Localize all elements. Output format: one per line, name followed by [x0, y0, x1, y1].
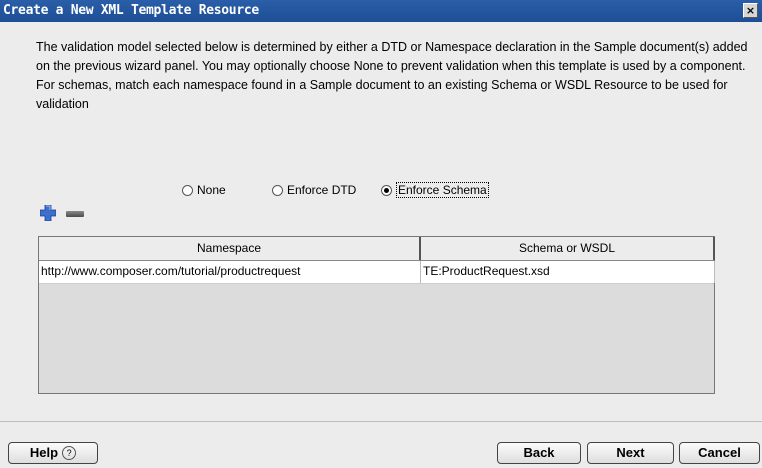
table-header: Namespace Schema or WSDL	[39, 237, 715, 261]
radio-enforce-dtd-label: Enforce DTD	[287, 183, 357, 197]
radio-enforce-dtd[interactable]: Enforce DTD	[272, 183, 356, 197]
radio-none-indicator[interactable]	[182, 185, 193, 196]
next-button[interactable]: Next	[587, 442, 674, 464]
namespace-cell[interactable]: http://www.composer.com/tutorial/product…	[39, 261, 421, 283]
help-label: Help	[29, 445, 59, 460]
add-row-button[interactable]	[39, 204, 57, 222]
column-header-schema[interactable]: Schema or WSDL	[421, 237, 715, 260]
help-button[interactable]: Help?	[8, 442, 98, 464]
button-bar-divider	[0, 421, 762, 422]
remove-row-button[interactable]	[66, 211, 84, 217]
radio-enforce-dtd-indicator[interactable]	[272, 185, 283, 196]
plus-icon	[39, 204, 57, 222]
back-button[interactable]: Back	[497, 442, 581, 464]
cancel-button[interactable]: Cancel	[679, 442, 760, 464]
radio-enforce-schema-indicator[interactable]	[381, 185, 392, 196]
radio-enforce-schema-label: Enforce Schema	[396, 182, 489, 198]
table-row[interactable]: http://www.composer.com/tutorial/product…	[39, 261, 715, 284]
radio-none-label: None	[197, 183, 226, 197]
column-header-namespace[interactable]: Namespace	[39, 237, 421, 260]
help-icon: ?	[62, 446, 77, 460]
description-text: The validation model selected below is d…	[36, 40, 748, 111]
schema-cell[interactable]: TE:ProductRequest.xsd	[421, 261, 715, 283]
close-icon[interactable]: ×	[743, 3, 758, 18]
dialog-title: Create a New XML Template Resource	[3, 3, 259, 18]
title-bar: Create a New XML Template Resource ×	[0, 0, 762, 22]
radio-none[interactable]: None	[182, 183, 226, 197]
radio-enforce-schema[interactable]: Enforce Schema	[381, 182, 489, 198]
namespace-table: Namespace Schema or WSDL http://www.comp…	[38, 236, 715, 394]
